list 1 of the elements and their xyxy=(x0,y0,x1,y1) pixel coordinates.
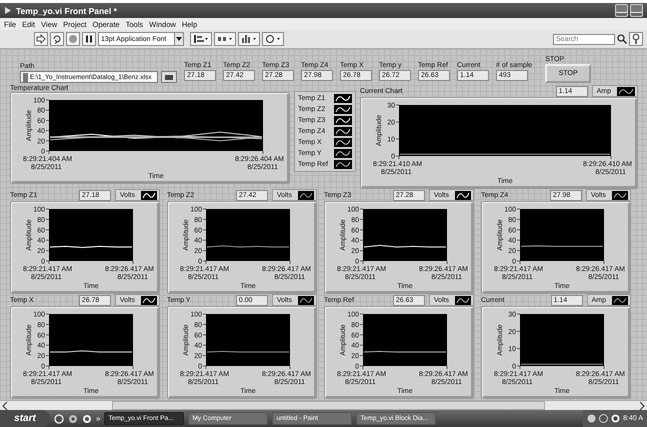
window-title: Temp_yo.vi Front Panel * xyxy=(16,6,117,16)
